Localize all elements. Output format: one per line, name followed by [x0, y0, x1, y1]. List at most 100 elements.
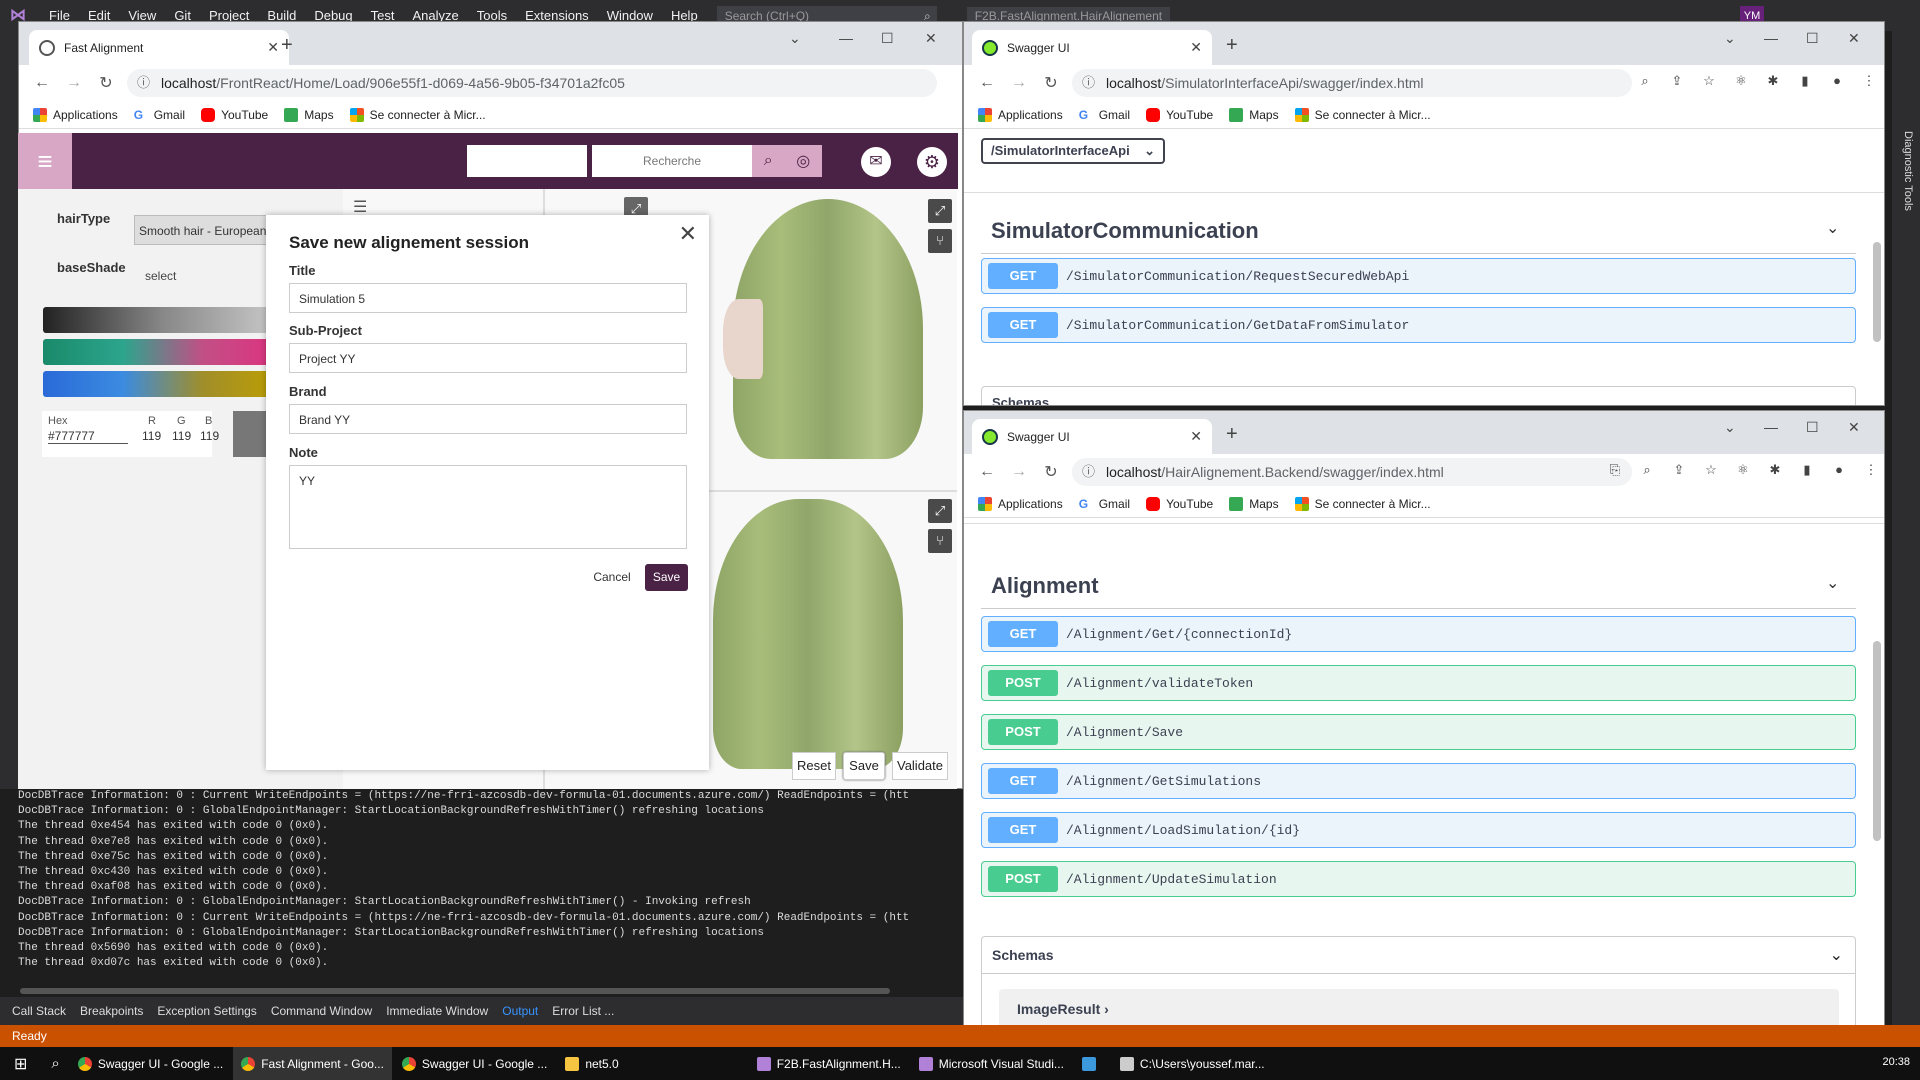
zoom-icon[interactable]: ⌕	[1636, 462, 1658, 478]
tab-search-icon[interactable]: ⌄	[789, 30, 801, 47]
save-viewer-button[interactable]: Save	[843, 752, 885, 780]
base-shade-select[interactable]: select	[145, 269, 176, 283]
palette-gray[interactable]	[43, 307, 283, 333]
tab-command-window[interactable]: Command Window	[271, 1004, 372, 1018]
bookmark-microsoft[interactable]: Se connecter à Micr...	[1294, 496, 1431, 511]
schemas-section[interactable]: Schemas	[981, 386, 1856, 405]
taskbar-item[interactable]: F2B.FastAlignment.H...	[749, 1047, 909, 1080]
windows-start-icon[interactable]: ⊞	[0, 1047, 41, 1080]
save-button[interactable]: Save	[645, 564, 688, 591]
back-icon[interactable]: ←	[33, 74, 51, 92]
expand-icon[interactable]: ⤢	[928, 499, 952, 523]
page-scrollbar[interactable]	[1873, 641, 1881, 841]
diagnostic-tools-tab[interactable]: Diagnostic Tools	[1902, 131, 1914, 251]
schemas-title[interactable]: Schemas	[992, 947, 1053, 963]
profile-icon[interactable]: ●	[1828, 462, 1850, 478]
branch-icon[interactable]: ⑂	[928, 529, 952, 553]
tab-swagger[interactable]: Swagger UI ✕	[972, 30, 1212, 65]
operation-row[interactable]: GET/Alignment/Get/{connectionId}	[981, 616, 1856, 652]
taskbar-item[interactable]: C:\Users\youssef.mar...	[1112, 1047, 1273, 1080]
star-icon[interactable]: ☆	[1698, 73, 1720, 89]
chevron-down-icon[interactable]: ⌄	[1826, 573, 1839, 593]
schema-item[interactable]: ImageResult ›	[999, 989, 1839, 1029]
reload-icon[interactable]: ↻	[1042, 462, 1060, 482]
operation-row[interactable]: GET/Alignment/GetSimulations	[981, 763, 1856, 799]
close-window-icon[interactable]: ✕	[1848, 30, 1860, 47]
tab-breakpoints[interactable]: Breakpoints	[80, 1004, 143, 1018]
minimize-icon[interactable]: —	[1764, 419, 1778, 435]
bookmark-applications[interactable]: Applications	[978, 496, 1063, 511]
extension-icon[interactable]: ⚛	[1732, 462, 1754, 478]
tab-search-icon[interactable]: ⌄	[1724, 419, 1736, 436]
share-icon[interactable]: ⇪	[1668, 462, 1690, 478]
new-tab-icon[interactable]: +	[281, 34, 293, 57]
palette-blue-gold[interactable]	[43, 371, 283, 397]
page-scrollbar[interactable]	[1873, 242, 1881, 342]
taskbar-item[interactable]: Fast Alignment - Goo...	[233, 1047, 392, 1080]
operation-row[interactable]: POST/Alignment/UpdateSimulation	[981, 861, 1856, 897]
search-icon[interactable]: ⌕	[43, 1047, 67, 1080]
clock[interactable]: 20:38	[1882, 1056, 1910, 1068]
back-icon[interactable]: ←	[978, 463, 996, 481]
cancel-button[interactable]: Cancel	[587, 564, 637, 591]
section-title[interactable]: SimulatorCommunication	[991, 218, 1259, 244]
header-input[interactable]	[467, 145, 587, 177]
bookmark-maps[interactable]: Maps	[284, 107, 334, 122]
new-tab-icon[interactable]: +	[1226, 34, 1238, 57]
output-scrollbar[interactable]	[20, 988, 890, 994]
sidebar-icon[interactable]: ▮	[1796, 462, 1818, 478]
maximize-icon[interactable]: ☐	[881, 30, 894, 47]
bookmark-applications[interactable]: Applications	[33, 107, 118, 122]
bookmark-maps[interactable]: Maps	[1229, 107, 1279, 122]
forward-icon[interactable]: →	[1010, 463, 1028, 481]
tab-output[interactable]: Output	[502, 1004, 538, 1018]
bookmark-applications[interactable]: Applications	[978, 107, 1063, 122]
kebab-icon[interactable]: ⋮	[1858, 73, 1880, 89]
minimize-icon[interactable]: —	[1764, 30, 1778, 46]
new-tab-icon[interactable]: +	[1226, 423, 1238, 446]
branch-icon[interactable]: ⑂	[928, 229, 952, 253]
validate-button[interactable]: Validate	[892, 752, 948, 780]
mail-icon[interactable]: ✉	[861, 147, 891, 177]
close-tab-icon[interactable]: ✕	[1190, 428, 1202, 445]
r-input[interactable]: 119	[142, 429, 161, 443]
close-window-icon[interactable]: ✕	[1848, 419, 1860, 436]
maximize-icon[interactable]: ☐	[1806, 419, 1819, 436]
forward-icon[interactable]: →	[65, 74, 83, 92]
sidebar-icon[interactable]: ▮	[1794, 73, 1816, 89]
close-tab-icon[interactable]: ✕	[267, 39, 279, 56]
brand-field[interactable]: Brand YY	[289, 404, 687, 434]
back-icon[interactable]: ←	[978, 74, 996, 92]
note-textarea[interactable]: YY	[289, 465, 687, 549]
taskbar-item[interactable]	[1074, 1047, 1110, 1080]
profile-icon[interactable]: ●	[1826, 73, 1848, 89]
maximize-icon[interactable]: ☐	[1806, 30, 1819, 47]
puzzle-icon[interactable]: ✱	[1762, 73, 1784, 89]
bookmark-youtube[interactable]: YouTube	[1146, 496, 1213, 511]
section-title[interactable]: Alignment	[991, 573, 1099, 599]
url-input[interactable]: ⓘ localhost/FrontReact/Home/Load/906e55f1…	[127, 69, 937, 97]
extension-icon[interactable]: ⚛	[1730, 73, 1752, 89]
url-input[interactable]: ⓘ localhost/SimulatorInterfaceApi/swagger…	[1072, 69, 1632, 97]
bookmark-gmail[interactable]: G Gmail	[1079, 108, 1130, 122]
translate-icon[interactable]: ⎘	[1604, 462, 1626, 478]
tab-fast-alignment[interactable]: Fast Alignment ✕	[29, 30, 289, 65]
operation-row[interactable]: GET/SimulatorCommunication/RequestSecure…	[981, 258, 1856, 294]
chevron-down-icon[interactable]: ⌄	[1830, 945, 1843, 965]
tab-swagger[interactable]: Swagger UI ✕	[972, 419, 1212, 454]
g-input[interactable]: 119	[172, 429, 191, 443]
bookmark-gmail[interactable]: G Gmail	[134, 108, 185, 122]
close-window-icon[interactable]: ✕	[925, 30, 937, 47]
taskbar-item[interactable]: net5.0	[557, 1047, 626, 1080]
operation-row[interactable]: GET/SimulatorCommunication/GetDataFromSi…	[981, 307, 1856, 343]
search-input[interactable]: Recherche	[592, 145, 752, 177]
bookmark-microsoft[interactable]: Se connecter à Micr...	[349, 107, 486, 122]
gear-icon[interactable]: ⚙	[917, 147, 947, 177]
search-icon[interactable]: ⌕	[764, 152, 773, 170]
url-input[interactable]: ⓘ localhost/HairAlignement.Backend/swagge…	[1072, 458, 1632, 486]
chevron-down-icon[interactable]: ⌄	[1826, 218, 1839, 238]
close-icon[interactable]: ✕	[679, 221, 697, 247]
server-select[interactable]: /SimulatorInterfaceApi ⌄	[981, 138, 1165, 164]
kebab-icon[interactable]: ⋮	[1860, 462, 1882, 478]
title-field[interactable]: Simulation 5	[289, 283, 687, 313]
